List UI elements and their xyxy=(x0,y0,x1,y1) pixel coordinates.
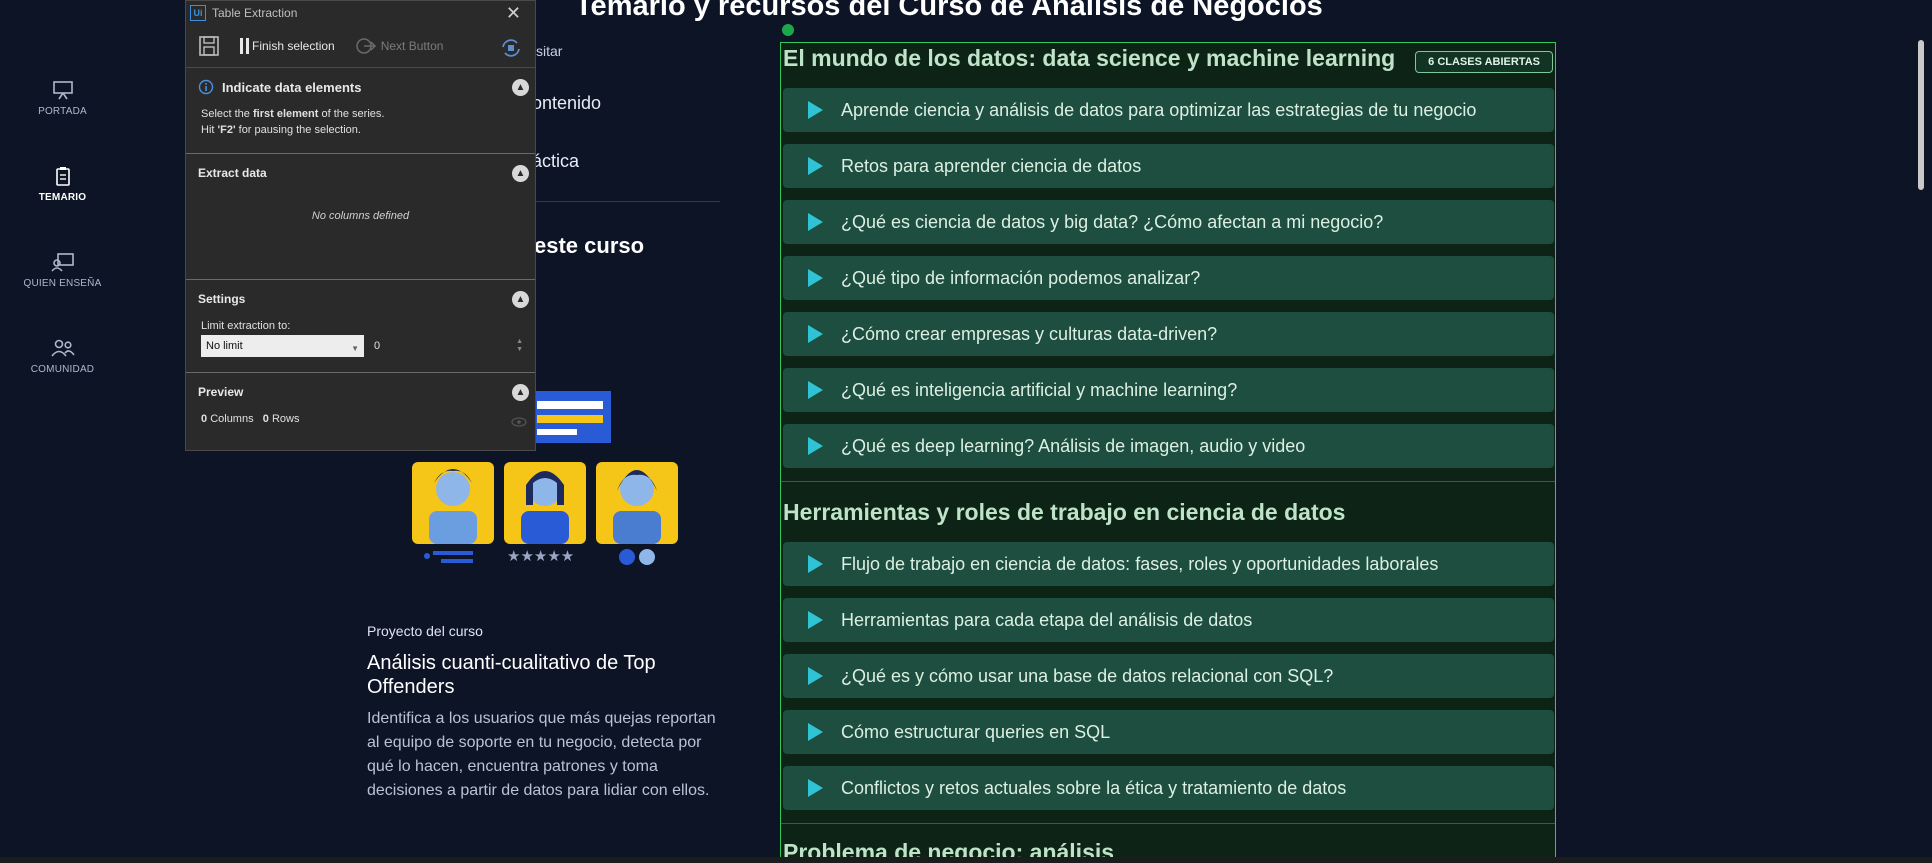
indicate-instructions: Select the first element of the series. … xyxy=(201,108,385,136)
nav-item-portada[interactable]: PORTADA xyxy=(0,80,125,117)
indicate-title: Indicate data elements xyxy=(222,79,362,95)
teacher-icon xyxy=(50,253,74,272)
settings-header[interactable]: Settings ▲ xyxy=(186,280,535,318)
nav-label-portada: PORTADA xyxy=(38,106,87,117)
nav-label-comunidad: COMUNIDAD xyxy=(30,364,95,375)
next-button-label: Next Button xyxy=(380,39,444,53)
dialog-toolbar: Finish selection Next Button xyxy=(186,25,535,68)
lesson-item[interactable]: Cómo estructurar queries en SQL xyxy=(783,710,1554,754)
extract-title: Extract data xyxy=(198,166,267,180)
preview-header[interactable]: Preview ▲ xyxy=(186,373,535,411)
project-title: Análisis cuanti-cualitativo de Top Offen… xyxy=(367,652,656,698)
number-spinner[interactable]: ▲ ▼ xyxy=(516,338,523,354)
left-nav: PORTADA TEMARIO QUIEN ENSEÑA COMUNIDAD xyxy=(0,0,125,863)
play-icon xyxy=(808,555,823,573)
eye-icon[interactable] xyxy=(511,417,527,427)
save-icon xyxy=(199,36,219,56)
lesson-item[interactable]: Retos para aprender ciencia de datos xyxy=(783,144,1554,188)
star-rating: ★★★★★ xyxy=(507,547,574,565)
lesson-item[interactable]: ¿Qué tipo de información podemos analiza… xyxy=(783,256,1554,300)
empty-columns-message: No columns defined xyxy=(311,210,410,222)
lesson-item[interactable]: ¿Qué es y cómo usar una base de datos re… xyxy=(783,654,1554,698)
lesson-item[interactable]: ¿Qué es ciencia de datos y big data? ¿Có… xyxy=(783,200,1554,244)
play-icon xyxy=(808,101,823,119)
people-icon xyxy=(50,339,75,357)
selection-handle-icon[interactable] xyxy=(780,22,796,38)
table-extraction-dialog: Ui Table Extraction ✕ Finish selection N… xyxy=(185,0,536,451)
covered-tab-text[interactable]: ontenido xyxy=(532,93,601,114)
close-icon[interactable]: ✕ xyxy=(506,3,521,24)
preview-counts: 0 Columns 0 Rows xyxy=(186,411,535,427)
section-title: El mundo de los datos: data science y ma… xyxy=(783,45,1396,71)
preview-section: Preview ▲ 0 Columns 0 Rows xyxy=(186,373,535,433)
lesson-item[interactable]: Flujo de trabajo en ciencia de datos: fa… xyxy=(783,542,1554,586)
taskbar xyxy=(0,857,1932,863)
collapse-icon[interactable]: ▲ xyxy=(512,290,529,308)
dialog-titlebar[interactable]: Ui Table Extraction ✕ xyxy=(186,1,535,25)
next-button[interactable]: Next Button xyxy=(355,36,444,56)
play-icon xyxy=(808,779,823,797)
play-icon xyxy=(808,381,823,399)
page-scrollbar[interactable] xyxy=(1918,40,1924,190)
settings-section: Settings ▲ Limit extraction to: No limit… xyxy=(186,280,535,373)
settings-title: Settings xyxy=(198,292,246,306)
indicate-section: Indicate data elements ▲ Select the firs… xyxy=(186,68,535,154)
dialog-title: Table Extraction xyxy=(212,6,298,20)
play-icon xyxy=(808,213,823,231)
save-button[interactable] xyxy=(198,35,220,57)
lesson-item[interactable]: Conflictos y retos actuales sobre la éti… xyxy=(783,766,1554,810)
uipath-logo-icon: Ui xyxy=(190,5,206,21)
collapse-icon[interactable]: ▲ xyxy=(512,164,529,182)
lesson-item[interactable]: ¿Qué es inteligencia artificial y machin… xyxy=(783,368,1554,412)
finish-selection-button[interactable]: Finish selection xyxy=(238,36,335,56)
play-icon xyxy=(808,269,823,287)
pause-icon xyxy=(240,38,249,54)
info-icon xyxy=(198,79,214,95)
play-icon xyxy=(808,723,823,741)
clipboard-icon xyxy=(55,167,70,186)
open-classes-badge: 6 CLASES ABIERTAS xyxy=(1415,51,1553,73)
finish-selection-label: Finish selection xyxy=(252,39,335,53)
extract-header[interactable]: Extract data ▲ xyxy=(186,154,535,192)
refresh-icon[interactable] xyxy=(499,37,523,62)
nav-item-temario[interactable]: TEMARIO xyxy=(0,166,125,203)
covered-tab-text[interactable]: áctica xyxy=(532,151,579,172)
covered-link-text[interactable]: sitar xyxy=(536,43,562,59)
collapse-icon[interactable]: ▲ xyxy=(512,78,529,96)
preview-title: Preview xyxy=(198,385,244,399)
presentation-icon xyxy=(52,81,73,100)
nav-item-quien-ensena[interactable]: QUIEN ENSEÑA xyxy=(0,252,125,289)
covered-heading: este curso xyxy=(534,233,645,258)
lesson-item[interactable]: Aprende ciencia y análisis de datos para… xyxy=(783,88,1554,132)
collapse-icon[interactable]: ▲ xyxy=(512,383,529,401)
limit-select[interactable]: No limit ▼ xyxy=(201,335,364,357)
lesson-item[interactable]: ¿Cómo crear empresas y culturas data-dri… xyxy=(783,312,1554,356)
play-icon xyxy=(808,157,823,175)
nav-item-comunidad[interactable]: COMUNIDAD xyxy=(0,338,125,375)
lesson-item[interactable]: Herramientas para cada etapa del análisi… xyxy=(783,598,1554,642)
project-description: Identifica a los usuarios que más quejas… xyxy=(367,710,716,799)
extract-section: Extract data ▲ No columns defined xyxy=(186,154,535,280)
section-title: Herramientas y roles de trabajo en cienc… xyxy=(783,499,1346,525)
play-icon xyxy=(808,611,823,629)
indicate-header[interactable]: Indicate data elements ▲ xyxy=(186,68,535,106)
project-kicker: Proyecto del curso xyxy=(367,623,483,639)
limit-label: Limit extraction to: xyxy=(201,320,291,332)
divider xyxy=(505,201,720,202)
limit-number-input[interactable]: 0 xyxy=(374,338,380,354)
nav-label-temario: TEMARIO xyxy=(38,192,87,203)
page-title: Temario y recursos del Curso de Análisis… xyxy=(575,0,1323,22)
course-syllabus: El mundo de los datos: data science y ma… xyxy=(780,42,1556,863)
play-icon xyxy=(808,325,823,343)
section-divider xyxy=(781,481,1555,482)
play-icon xyxy=(808,667,823,685)
nav-label-quien-ensena: QUIEN ENSEÑA xyxy=(23,278,102,289)
section-divider xyxy=(781,823,1555,824)
lesson-item[interactable]: ¿Qué es deep learning? Análisis de image… xyxy=(783,424,1554,468)
settings-body: Limit extraction to: No limit ▼ 0 ▲ ▼ xyxy=(186,318,535,357)
play-icon xyxy=(808,437,823,455)
target-arrow-icon xyxy=(355,38,376,54)
